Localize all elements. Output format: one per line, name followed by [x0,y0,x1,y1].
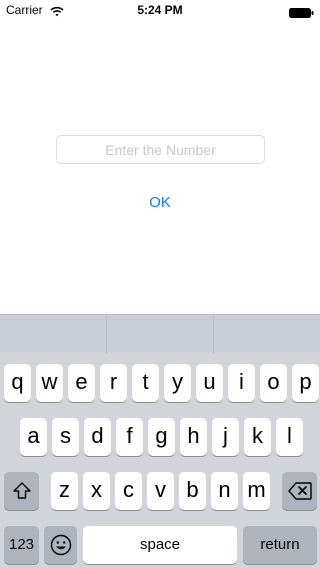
clock: 5:24 PM [137,3,183,17]
shift-arrow-icon [4,481,39,501]
key-u[interactable]: u [196,364,223,402]
space-key[interactable]: space [83,526,237,564]
emoji-key[interactable] [44,526,77,564]
key-y[interactable]: y [164,364,191,402]
ok-button[interactable]: OK [130,190,190,214]
battery-icon [289,5,314,18]
key-m[interactable]: m [243,472,270,510]
key-n[interactable]: n [211,472,238,510]
key-f[interactable]: f [116,418,143,456]
key-l[interactable]: l [276,418,303,456]
key-a[interactable]: a [20,418,47,456]
suggestion-divider [106,315,107,353]
suggestion-divider [213,315,214,353]
key-x[interactable]: x [83,472,110,510]
status-bar: Carrier 5:24 PM [0,0,320,20]
key-h[interactable]: h [180,418,207,456]
key-d[interactable]: d [84,418,111,456]
key-j[interactable]: j [212,418,239,456]
key-e[interactable]: e [68,364,95,402]
key-w[interactable]: w [36,364,63,402]
key-g[interactable]: g [148,418,175,456]
emoji-face-icon [44,534,77,556]
return-key[interactable]: return [243,526,317,564]
number-input[interactable] [56,135,265,164]
key-o[interactable]: o [260,364,287,402]
key-t[interactable]: t [132,364,159,402]
backspace-icon [282,482,317,500]
key-k[interactable]: k [244,418,271,456]
key-v[interactable]: v [147,472,174,510]
numbers-key[interactable]: 123 [4,526,39,564]
key-r[interactable]: r [100,364,127,402]
key-c[interactable]: c [115,472,142,510]
key-i[interactable]: i [228,364,255,402]
key-b[interactable]: b [179,472,206,510]
shift-key[interactable] [4,472,39,510]
delete-key[interactable] [282,472,317,510]
key-z[interactable]: z [51,472,78,510]
key-s[interactable]: s [52,418,79,456]
key-p[interactable]: p [292,364,319,402]
suggestion-bar [0,314,320,353]
key-q[interactable]: q [4,364,31,402]
keyboard: q w e r t y u i o p a s d f g h j k l z … [0,314,320,568]
